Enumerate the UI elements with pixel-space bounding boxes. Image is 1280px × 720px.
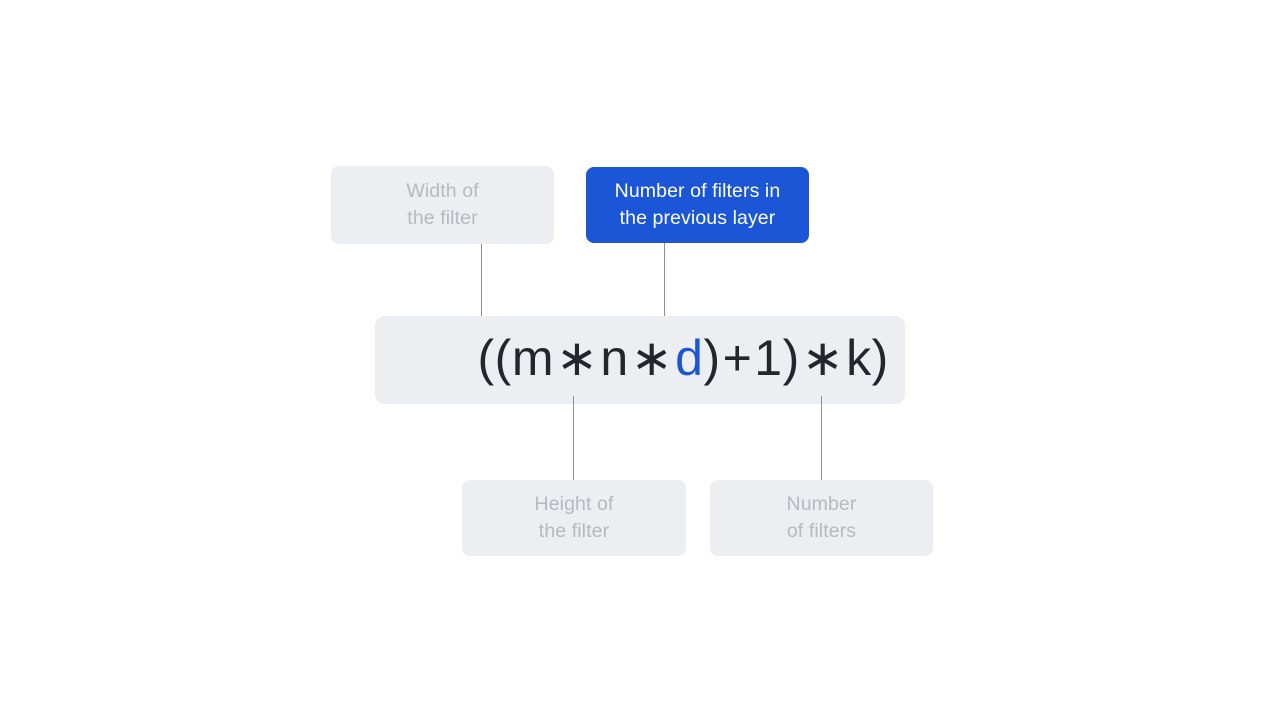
- callout-width-label: Width of the filter: [406, 180, 479, 229]
- callout-number-of-filters-previous-layer[interactable]: Number of filters in the previous layer: [586, 167, 809, 243]
- formula-close-paren-inner: ): [782, 330, 800, 386]
- callout-height-of-filter[interactable]: Height of the filter: [462, 480, 686, 556]
- formula-close-paren-d: ): [703, 330, 721, 386]
- formula-operator-3: ∗: [801, 330, 845, 386]
- callout-width-of-filter[interactable]: Width of the filter: [331, 166, 554, 244]
- connector-line-k-to-number-of-filters: [821, 396, 822, 480]
- formula-operator-plus: +: [722, 330, 753, 386]
- formula-close-paren-outer: ): [871, 330, 889, 386]
- formula-open-parens: ((: [477, 330, 512, 386]
- formula-expression: ((m∗n∗d)+1)∗k): [391, 283, 889, 437]
- formula-symbol-m: m: [511, 330, 554, 386]
- formula-symbol-d: d: [675, 330, 704, 386]
- formula-symbol-k: k: [846, 330, 872, 386]
- callout-number-of-filters[interactable]: Number of filters: [710, 480, 933, 556]
- diagram-canvas: Width of the filter Number of filters in…: [0, 0, 1280, 720]
- callout-depth-label: Number of filters in the previous layer: [614, 180, 781, 229]
- callout-num-filters-label: Number of filters: [786, 493, 857, 542]
- formula-operator-1: ∗: [556, 330, 599, 386]
- formula-constant-one: 1: [754, 330, 783, 386]
- formula-symbol-n: n: [600, 330, 629, 386]
- connector-line-n-to-height: [573, 396, 574, 480]
- callout-height-label: Height of the filter: [534, 493, 614, 542]
- formula-operator-2: ∗: [630, 330, 674, 386]
- formula-container: ((m∗n∗d)+1)∗k): [375, 316, 905, 404]
